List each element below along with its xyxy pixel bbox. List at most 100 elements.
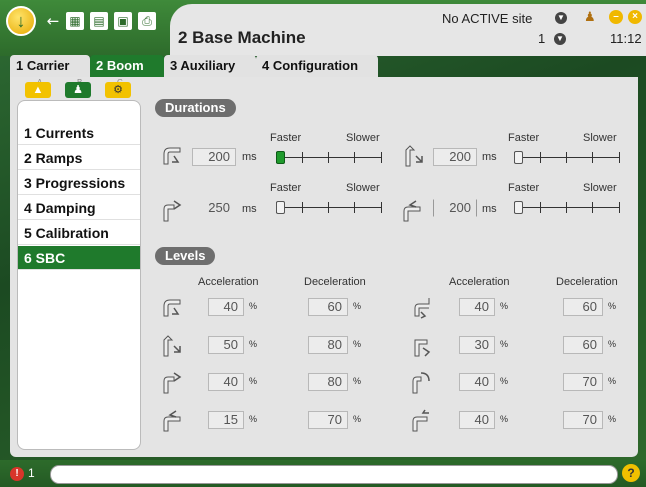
- slider-tick: [302, 202, 303, 213]
- back-arrow-icon[interactable]: ←: [44, 12, 62, 30]
- page-title: 2 Base Machine: [178, 28, 306, 47]
- bucket-curl-icon: [409, 369, 433, 395]
- menu-item-progressions[interactable]: 3 Progressions: [18, 171, 140, 195]
- site-number: 1: [538, 31, 546, 46]
- slider-tick: [540, 152, 541, 163]
- clock: 11:12: [610, 31, 642, 46]
- slider-tick: [354, 202, 355, 213]
- left-acceleration-field-3[interactable]: 40: [208, 373, 244, 391]
- duration-unit-3: ms: [242, 203, 257, 215]
- grid-icon[interactable]: ▦: [66, 12, 84, 30]
- machine-icon[interactable]: ⚙: [105, 82, 131, 98]
- slider-track: [514, 157, 620, 158]
- slider-tick: [592, 202, 593, 213]
- slider-track: [514, 207, 620, 208]
- message-bar: [50, 465, 618, 484]
- user-icon[interactable]: ♟: [584, 10, 598, 24]
- folder-icon[interactable]: ▤: [90, 12, 108, 30]
- slider-thumb[interactable]: [276, 201, 285, 214]
- right-acceleration-field-1[interactable]: 40: [459, 298, 495, 316]
- slider-tick: [619, 202, 620, 213]
- left-deceleration-field-2[interactable]: 80: [308, 336, 348, 354]
- hardhat-icon[interactable]: ▲: [25, 82, 51, 98]
- minimize-icon[interactable]: –: [609, 10, 623, 24]
- levels-heading: Levels: [155, 247, 216, 265]
- menu-item-ramps[interactable]: 2 Ramps: [18, 146, 140, 170]
- faster-label-3: Faster: [270, 182, 302, 194]
- left-deceleration-unit-2: %: [353, 339, 362, 349]
- slider-tick: [566, 202, 567, 213]
- right-acceleration-unit-1: %: [500, 301, 509, 311]
- right-deceleration-field-4[interactable]: 70: [563, 411, 603, 429]
- left-deceleration-unit-1: %: [353, 301, 362, 311]
- boom-retract-icon: [160, 407, 184, 433]
- durations-heading: Durations: [155, 99, 236, 117]
- slider-tick: [381, 202, 382, 213]
- right-deceleration-field-2[interactable]: 60: [563, 336, 603, 354]
- site-number-dropdown-icon[interactable]: ▼: [554, 33, 566, 45]
- tab-carrier[interactable]: 1 Carrier: [10, 55, 90, 77]
- boom-extend-icon: [160, 197, 184, 223]
- menu-header: A B C ▲ ♟ ⚙: [17, 78, 141, 100]
- right-deceleration-unit-1: %: [608, 301, 617, 311]
- site-dropdown-icon[interactable]: ▼: [555, 12, 567, 24]
- duration-slider-4[interactable]: [514, 200, 620, 214]
- home-icon[interactable]: ↓: [6, 6, 36, 36]
- slider-tick: [328, 152, 329, 163]
- left-deceleration-field-3[interactable]: 80: [308, 373, 348, 391]
- right-acceleration-field-2[interactable]: 30: [459, 336, 495, 354]
- duration-field-3[interactable]: 250: [192, 199, 236, 217]
- right-deceleration-field-3[interactable]: 70: [563, 373, 603, 391]
- left-deceleration-unit-3: %: [353, 376, 362, 386]
- duration-field-4[interactable]: 200: [433, 199, 477, 217]
- slider-thumb[interactable]: [514, 151, 523, 164]
- slider-track: [276, 157, 382, 158]
- duration-slider-3[interactable]: [276, 200, 382, 214]
- right-deceleration-header: Deceleration: [556, 276, 618, 288]
- operator-icon[interactable]: ♟: [65, 82, 91, 98]
- print-icon[interactable]: ⎙: [138, 12, 156, 30]
- duration-field-2[interactable]: 200: [433, 148, 477, 166]
- help-icon[interactable]: ?: [622, 464, 640, 482]
- slider-track: [276, 207, 382, 208]
- close-icon[interactable]: ×: [628, 10, 642, 24]
- duration-slider-1[interactable]: [276, 150, 382, 164]
- slider-tick: [328, 202, 329, 213]
- stick-out-icon: [409, 332, 433, 358]
- menu-item-sbc[interactable]: 6 SBC: [18, 246, 140, 270]
- slower-label-4: Slower: [583, 182, 617, 194]
- tab-boom[interactable]: 2 Boom: [90, 55, 164, 77]
- left-acceleration-field-2[interactable]: 50: [208, 336, 244, 354]
- tab-auxiliary[interactable]: 3 Auxiliary: [164, 55, 256, 77]
- right-acceleration-header: Acceleration: [449, 276, 510, 288]
- bucket-dump-icon: [409, 407, 433, 433]
- slider-thumb[interactable]: [514, 201, 523, 214]
- left-deceleration-field-1[interactable]: 60: [308, 298, 348, 316]
- menu-item-damping[interactable]: 4 Damping: [18, 196, 140, 220]
- menu-item-currents[interactable]: 1 Currents: [18, 121, 140, 145]
- slider-thumb[interactable]: [276, 151, 285, 164]
- right-acceleration-unit-3: %: [500, 376, 509, 386]
- slider-tick: [381, 152, 382, 163]
- right-acceleration-field-3[interactable]: 40: [459, 373, 495, 391]
- slider-tick: [566, 152, 567, 163]
- left-acceleration-field-4[interactable]: 15: [208, 411, 244, 429]
- duration-field-1[interactable]: 200: [192, 148, 236, 166]
- left-acceleration-field-1[interactable]: 40: [208, 298, 244, 316]
- faster-label-2: Faster: [508, 132, 540, 144]
- left-acceleration-header: Acceleration: [198, 276, 259, 288]
- left-deceleration-header: Deceleration: [304, 276, 366, 288]
- menu-item-calibration[interactable]: 5 Calibration: [18, 221, 140, 245]
- export-icon[interactable]: ▣: [114, 12, 132, 30]
- right-acceleration-field-4[interactable]: 40: [459, 411, 495, 429]
- boom-raise-icon: [402, 142, 426, 168]
- alert-icon[interactable]: !: [10, 467, 24, 481]
- boom-raise-icon: [160, 332, 184, 358]
- right-acceleration-unit-2: %: [500, 339, 509, 349]
- left-deceleration-field-4[interactable]: 70: [308, 411, 348, 429]
- right-deceleration-field-1[interactable]: 60: [563, 298, 603, 316]
- settings-menu: 1 Currents 2 Ramps 3 Progressions 4 Damp…: [17, 100, 141, 450]
- tab-configuration[interactable]: 4 Configuration: [256, 55, 378, 77]
- left-acceleration-unit-1: %: [249, 301, 258, 311]
- duration-slider-2[interactable]: [514, 150, 620, 164]
